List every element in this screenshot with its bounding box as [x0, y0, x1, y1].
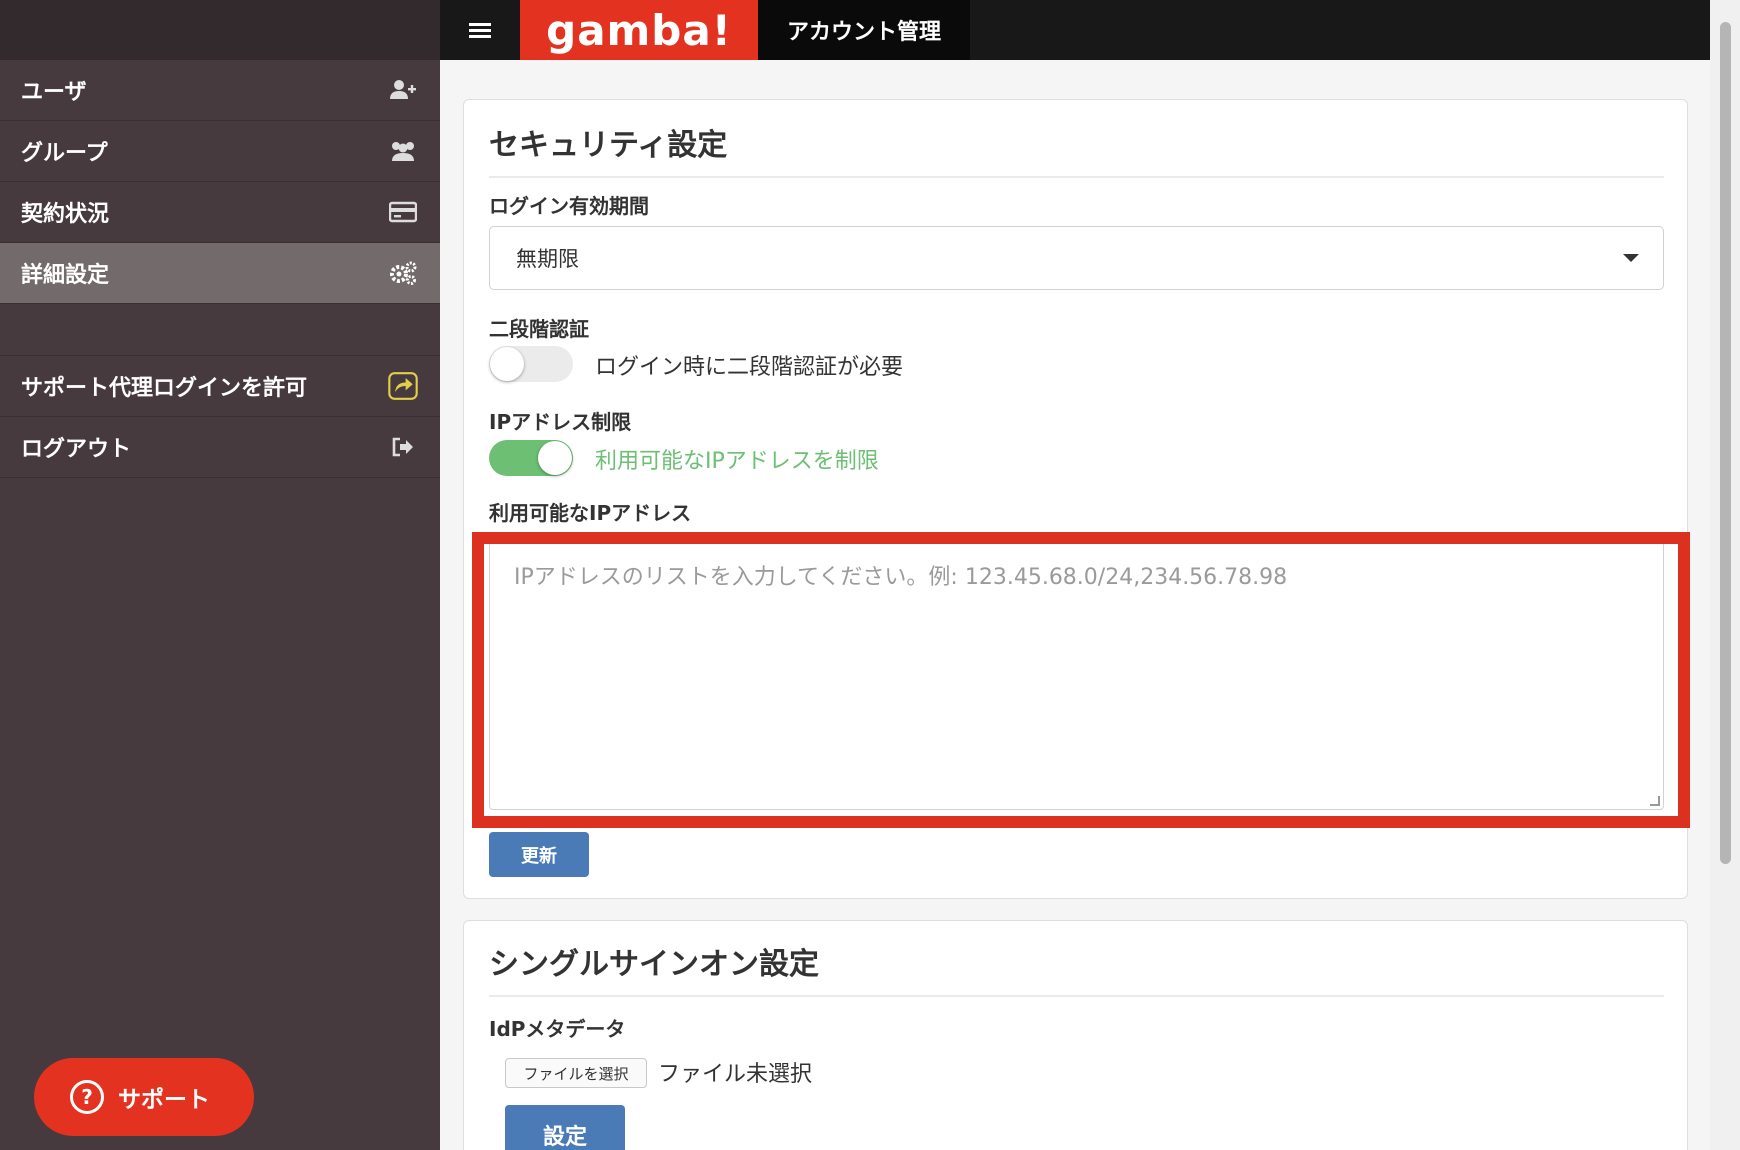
sidebar-item-advanced-settings[interactable]: 詳細設定 [0, 243, 440, 304]
two-factor-toggle[interactable] [489, 346, 573, 382]
login-expiry-value: 無期限 [516, 247, 579, 271]
main-content: セキュリティ設定 ログイン有効期間 無期限 二段階認証 ログイン時に二段階認証が… [440, 60, 1710, 1150]
sidebar-item-contract[interactable]: 契約状況 [0, 182, 440, 243]
two-factor-text: ログイン時に二段階認証が必要 [595, 355, 904, 380]
sidebar: ユーザ グループ 契約状況 詳細設定 サポート代理ログインを許可 ログアウト ?… [0, 0, 440, 1150]
sidebar-item-label: ログアウト [21, 437, 132, 462]
question-icon: ? [70, 1080, 104, 1114]
credit-card-icon [388, 197, 418, 227]
idp-metadata-label: IdPメタデータ [489, 1017, 626, 1041]
caret-down-icon [1623, 254, 1639, 262]
sidebar-item-label: グループ [21, 141, 108, 166]
sidebar-item-label: サポート代理ログインを許可 [21, 376, 308, 401]
scrollbar[interactable] [1710, 0, 1740, 1150]
share-icon [388, 371, 418, 401]
group-icon [388, 136, 418, 166]
sidebar-item-groups[interactable]: グループ [0, 121, 440, 182]
update-button[interactable]: 更新 [489, 832, 589, 877]
set-button[interactable]: 設定 [505, 1105, 625, 1150]
hamburger-menu-icon[interactable] [440, 0, 520, 60]
choose-file-button[interactable]: ファイルを選択 [505, 1058, 647, 1088]
ip-list-textarea[interactable]: IPアドレスのリストを入力してください。例: 123.45.68.0/24,23… [489, 540, 1664, 810]
two-factor-label: 二段階認証 [489, 317, 589, 341]
logout-icon [388, 432, 418, 462]
ip-restrict-label: IPアドレス制限 [489, 410, 632, 434]
resize-grip-icon[interactable] [1650, 796, 1660, 806]
sidebar-item-label: ユーザ [21, 80, 87, 105]
support-label: サポート [118, 1087, 210, 1113]
security-settings-card: セキュリティ設定 ログイン有効期間 無期限 二段階認証 ログイン時に二段階認証が… [463, 99, 1688, 899]
login-expiry-label: ログイン有効期間 [489, 194, 649, 218]
ip-restrict-text: 利用可能なIPアドレスを制限 [595, 449, 879, 474]
sidebar-item-users[interactable]: ユーザ [0, 60, 440, 121]
scrollbar-thumb[interactable] [1720, 22, 1731, 864]
security-settings-title: セキュリティ設定 [489, 120, 1664, 178]
sidebar-divider [0, 304, 440, 356]
file-status-text: ファイル未選択 [658, 1062, 813, 1087]
sidebar-header [0, 0, 440, 60]
ip-list-label: 利用可能なIPアドレス [489, 501, 692, 525]
add-user-icon [388, 75, 418, 105]
sso-settings-card: シングルサインオン設定 IdPメタデータ [463, 920, 1688, 1150]
ip-restrict-toggle[interactable] [489, 440, 573, 476]
gamba-logo[interactable]: gamba! [520, 0, 758, 60]
ip-list-placeholder: IPアドレスのリストを入力してください。例: 123.45.68.0/24,23… [514, 565, 1288, 590]
sso-settings-title: シングルサインオン設定 [489, 939, 1664, 997]
sidebar-item-logout[interactable]: ログアウト [0, 417, 440, 478]
toggle-knob [490, 347, 524, 381]
page-title: アカウント管理 [758, 0, 970, 60]
top-bar: gamba! アカウント管理 [440, 0, 1740, 60]
sidebar-item-label: 契約状況 [21, 202, 110, 227]
sidebar-item-allow-support-login[interactable]: サポート代理ログインを許可 [0, 356, 440, 417]
login-expiry-select[interactable]: 無期限 [489, 226, 1664, 290]
toggle-knob [538, 441, 572, 475]
gears-icon [388, 258, 418, 288]
support-button[interactable]: ? サポート [34, 1058, 254, 1136]
sidebar-item-label: 詳細設定 [21, 263, 110, 288]
